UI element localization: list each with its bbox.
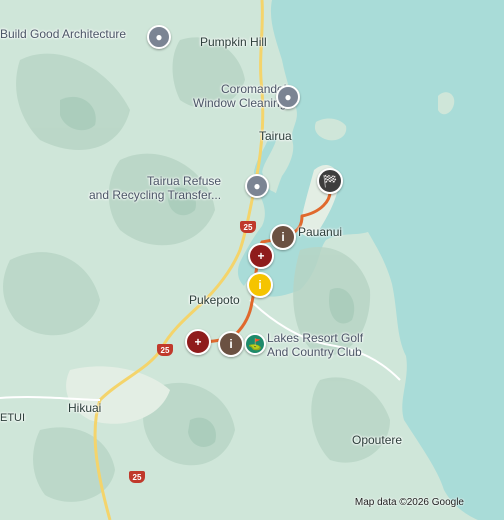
place-label-pukepoto: Pukepoto	[189, 293, 240, 307]
map-canvas[interactable]: Pumpkin Hill Tairua Pauanui Pukepoto Hik…	[0, 0, 504, 520]
poi-label-refuse-line1: Tairua Refuse	[147, 174, 222, 188]
road-shield: 25	[240, 221, 256, 233]
land-tairua-headland	[314, 118, 347, 141]
road-shield: 25	[157, 344, 173, 356]
place-label-hikuai: Hikuai	[68, 401, 102, 415]
place-label-opoutere: Opoutere	[352, 433, 403, 447]
poi-label-lakes-line2: And Country Club	[267, 345, 362, 359]
info-marker-icon[interactable]: i	[247, 272, 273, 298]
info-marker-icon[interactable]: i	[218, 331, 244, 357]
poi-label-lakes-line1: Lakes Resort Golf	[267, 331, 364, 345]
place-label-tairua: Tairua	[259, 129, 292, 143]
place-label-edge: ETUI	[0, 412, 26, 424]
land-island	[438, 92, 455, 115]
poi-label-coromandel: Coromandel Window Cleaning	[193, 82, 286, 110]
poi-label-lakes-resort: Lakes Resort Golf And Country Club	[267, 331, 363, 359]
road-shield: 25	[129, 471, 145, 483]
finish-flag-icon[interactable]: 🏁	[317, 168, 343, 194]
poi-label-coromandel-line2: Window Cleaning	[193, 96, 287, 110]
poi-label-build-good: Build Good Architecture	[0, 27, 127, 41]
info-marker-icon[interactable]: i	[270, 224, 296, 250]
place-label-pauanui: Pauanui	[298, 225, 343, 239]
location-pin-icon[interactable]: ●	[245, 174, 269, 198]
location-pin-icon[interactable]: ●	[276, 85, 300, 109]
poi-label-refuse: Tairua Refuse and Recycling Transfer...	[89, 174, 221, 202]
map-attribution: Map data ©2026 Google	[354, 497, 464, 508]
place-label-pumpkin-hill: Pumpkin Hill	[200, 35, 267, 49]
location-pin-icon[interactable]: ●	[147, 25, 171, 49]
poi-label-coromandel-line1: Coromandel	[221, 82, 287, 96]
poi-label-refuse-line2: and Recycling Transfer...	[89, 188, 222, 202]
golf-icon[interactable]: ⛳	[244, 333, 266, 355]
medical-marker-icon[interactable]: +	[185, 329, 211, 355]
medical-marker-icon[interactable]: +	[248, 243, 274, 269]
